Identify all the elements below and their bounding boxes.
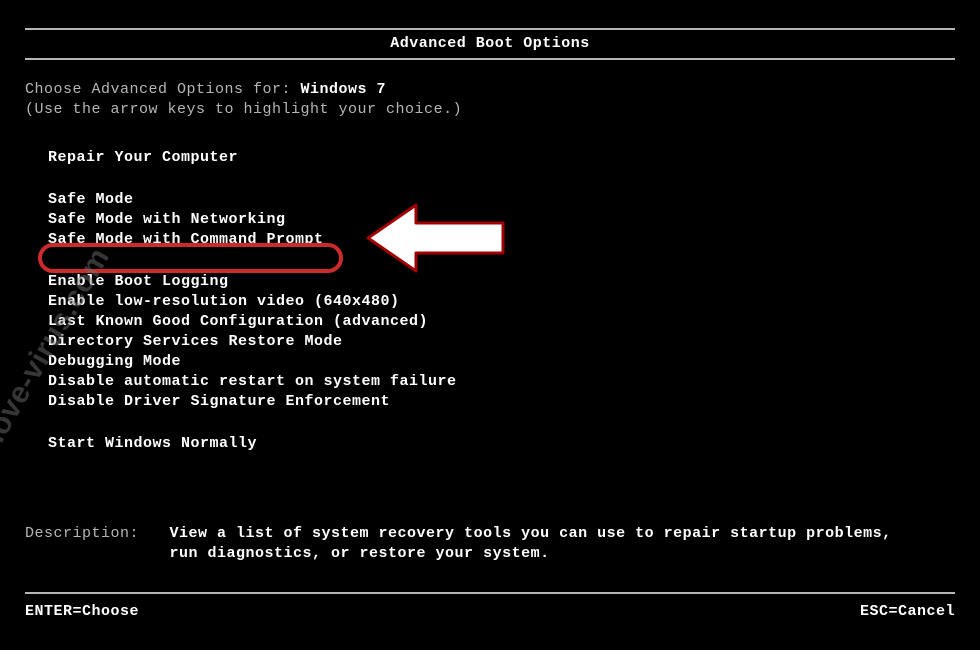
menu-item-safe-mode[interactable]: Safe Mode xyxy=(48,190,457,210)
description-label: Description: xyxy=(25,524,160,544)
title-bar: Advanced Boot Options xyxy=(25,28,955,60)
intro-block: Choose Advanced Options for: Windows 7 (… xyxy=(25,80,462,120)
footer-bar: ENTER=Choose ESC=Cancel xyxy=(25,603,955,620)
menu-item-repair[interactable]: Repair Your Computer xyxy=(48,148,457,168)
intro-prefix: Choose Advanced Options for: xyxy=(25,81,301,98)
menu-item-lkgc[interactable]: Last Known Good Configuration (advanced) xyxy=(48,312,457,332)
footer-divider xyxy=(25,592,955,594)
menu-item-ds-restore[interactable]: Directory Services Restore Mode xyxy=(48,332,457,352)
menu-item-disable-auto-restart[interactable]: Disable automatic restart on system fail… xyxy=(48,372,457,392)
footer-enter: ENTER=Choose xyxy=(25,603,139,620)
menu-item-boot-logging[interactable]: Enable Boot Logging xyxy=(48,272,457,292)
menu-item-debugging[interactable]: Debugging Mode xyxy=(48,352,457,372)
menu-item-start-normally[interactable]: Start Windows Normally xyxy=(48,434,457,454)
intro-hint: (Use the arrow keys to highlight your ch… xyxy=(25,101,462,118)
menu-item-safe-mode-cmd[interactable]: Safe Mode with Command Prompt xyxy=(48,230,457,250)
description-block: Description: View a list of system recov… xyxy=(25,524,920,564)
boot-menu: Repair Your Computer Safe Mode Safe Mode… xyxy=(48,148,457,454)
menu-item-low-res[interactable]: Enable low-resolution video (640x480) xyxy=(48,292,457,312)
menu-item-disable-driver-sig[interactable]: Disable Driver Signature Enforcement xyxy=(48,392,457,412)
menu-item-safe-mode-networking[interactable]: Safe Mode with Networking xyxy=(48,210,457,230)
description-text: View a list of system recovery tools you… xyxy=(170,524,920,564)
os-name: Windows 7 xyxy=(301,81,387,98)
footer-esc: ESC=Cancel xyxy=(860,603,955,620)
screen-title: Advanced Boot Options xyxy=(390,35,590,52)
